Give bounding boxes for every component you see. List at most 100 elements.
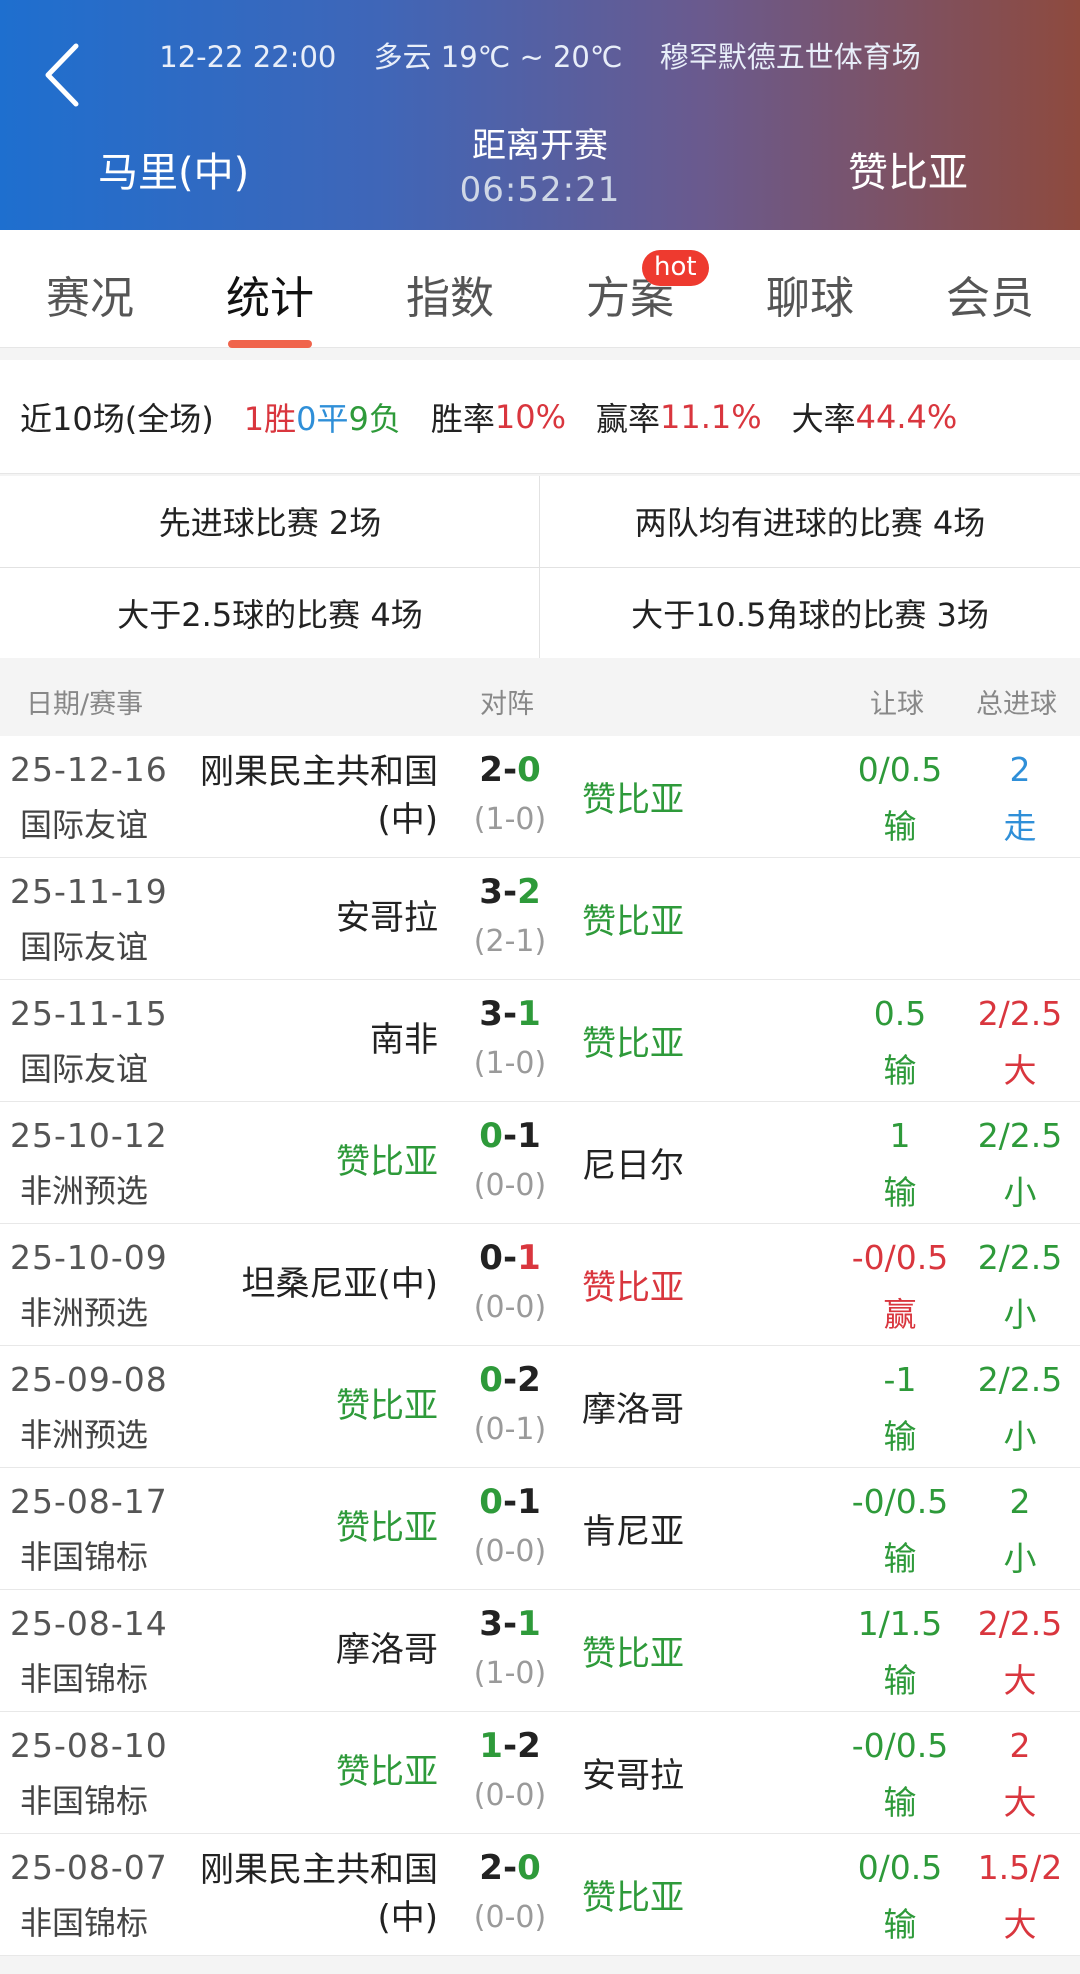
handicap-line: 1 [889,1116,911,1155]
total-goals-result: 走 [1003,807,1037,846]
handicap-line: 0/0.5 [857,1848,943,1887]
match-header: 12-22 22:00 多云 19℃ ~ 20℃ 穆罕默德五世体育场 马里(中)… [0,0,1080,230]
full-time-score: 1-2 [460,1726,560,1766]
home-team: 刚果民主共和国 (中) [168,748,438,844]
table-row[interactable]: 25-08-14 非国锦标 摩洛哥 3-1 (1-0) 赞比亚 1/1.5 输 2/2.5 大 [0,1590,1080,1712]
full-time-score: 3-1 [460,1604,560,1644]
home-score: 3 [479,994,503,1034]
away-team-name[interactable]: 赞比亚 [848,140,968,198]
table-row[interactable]: 25-08-17 非国锦标 赞比亚 0-1 (0-0) 肯尼亚 -0/0.5 输 2 小 [0,1468,1080,1590]
handicap-result: 输 [883,1539,917,1578]
table-row[interactable]: 25-08-07 非国锦标 刚果民主共和国 (中) 2-0 (0-0) 赞比亚 0/0.5 输 1… [0,1834,1080,1956]
stat-over-2-5: 大于2.5球的比赛 4场 [117,596,423,634]
full-time-score: 0-2 [460,1360,560,1400]
away-team: 尼日尔 [582,1146,684,1186]
handicap-result: 赢 [883,1295,917,1334]
full-time-score: 0-1 [460,1238,560,1278]
half-time-score: (1-0) [473,1656,547,1691]
away-score: 1 [517,1116,541,1156]
home-team: 赞比亚 [336,1386,438,1426]
table-row[interactable]: 25-08-10 非国锦标 赞比亚 1-2 (0-0) 安哥拉 -0/0.5 输 2 大 [0,1712,1080,1834]
tab-chat[interactable]: 聊球 [740,262,880,326]
total-goals-line: 2/2.5 [977,1238,1063,1277]
full-time-score: 3-2 [460,872,560,912]
home-score: 2 [479,1848,503,1888]
table-row[interactable]: 25-12-16 国际友谊 刚果民主共和国 (中) 2-0 (1-0) 赞比亚 0/0.5 输 2… [0,736,1080,858]
away-score: 1 [517,1238,541,1278]
away-team: 摩洛哥 [582,1390,684,1430]
summary-losses: 9负 [348,399,401,438]
full-time-score: 2-0 [460,750,560,790]
summary-wins: 1胜 [243,399,297,438]
half-time-score: (0-0) [473,1534,547,1569]
away-score: 1 [517,994,541,1034]
full-time-score: 2-0 [460,1848,560,1888]
tab-member[interactable]: 会员 [920,262,1060,326]
handicap-result: 输 [883,807,917,846]
home-team: 刚果民主共和国 (中) [168,1846,438,1942]
match-date: 25-10-09 [10,1238,168,1277]
match-datetime: 12-22 22:00 [159,40,337,74]
table-row[interactable]: 25-11-15 国际友谊 南非 3-1 (1-0) 赞比亚 0.5 输 2/2.5 大 [0,980,1080,1102]
total-goals-line: 2/2.5 [977,1604,1063,1643]
total-goals-line: 2 [1009,750,1031,789]
table-header: 日期/赛事 对阵 让球 总进球 [0,660,1080,736]
match-date: 25-08-14 [10,1604,168,1643]
home-score: 0 [479,1482,503,1522]
tab-stats[interactable]: 统计 [200,262,340,326]
away-score: 2 [517,1360,541,1400]
half-time-score: (0-0) [473,1290,547,1325]
recent-form-summary: 近10场(全场) 1胜 0平 9负 胜率 10% 赢率 11.1% 大率 44.… [0,360,1080,474]
total-goals-line: 2 [1009,1726,1031,1765]
score-separator: - [502,1726,518,1766]
away-team: 赞比亚 [582,1634,684,1674]
stat-over-10-5-corners: 大于10.5角球的比赛 3场 [631,596,989,634]
stat-grid: 先进球比赛 2场 两队均有进球的比赛 4场 大于2.5球的比赛 4场 大于10.… [0,476,1080,658]
away-team: 安哥拉 [582,1756,684,1796]
score-separator: - [502,994,518,1034]
score-separator: - [502,1848,518,1888]
league-name: 国际友谊 [20,1050,149,1088]
league-name: 非国锦标 [20,1660,149,1698]
summary-label: 近10场(全场) [20,399,214,438]
full-time-score: 3-1 [460,994,560,1034]
score-separator: - [502,1604,518,1644]
table-row[interactable]: 25-10-12 非洲预选 赞比亚 0-1 (0-0) 尼日尔 1 输 2/2.5 小 [0,1102,1080,1224]
league-name: 国际友谊 [20,928,149,966]
home-team: 赞比亚 [336,1752,438,1792]
table-row[interactable]: 25-09-08 非洲预选 赞比亚 0-2 (0-1) 摩洛哥 -1 输 2/2.5 小 [0,1346,1080,1468]
total-goals-result: 大 [1003,1905,1037,1944]
away-team: 肯尼亚 [582,1512,684,1552]
match-date: 25-08-17 [10,1482,168,1521]
total-goals-line: 2/2.5 [977,1360,1063,1399]
total-goals-line: 2/2.5 [977,994,1063,1033]
league-name: 非洲预选 [20,1294,149,1332]
table-row[interactable]: 25-11-19 国际友谊 安哥拉 3-2 (2-1) 赞比亚 [0,858,1080,980]
hot-badge: hot [642,250,709,286]
match-meta: 12-22 22:00 多云 19℃ ~ 20℃ 穆罕默德五世体育场 [0,34,1080,76]
score-separator: - [502,1116,518,1156]
handicap-line: 0.5 [873,994,927,1033]
tab-live[interactable]: 赛况 [20,262,160,326]
league-name: 非国锦标 [20,1538,149,1576]
away-score: 1 [517,1604,541,1644]
handicap-line: 1/1.5 [857,1604,943,1643]
score-separator: - [502,750,518,790]
home-team: 赞比亚 [336,1508,438,1548]
score-separator: - [502,872,518,912]
away-team: 赞比亚 [582,1024,684,1064]
tab-odds[interactable]: 指数 [380,262,520,326]
match-venue: 穆罕默德五世体育场 [659,40,921,74]
away-score: 2 [517,872,541,912]
home-team-line: 刚果民主共和国 [200,752,438,792]
total-goals-result: 小 [1003,1295,1037,1334]
away-team: 赞比亚 [582,1268,684,1308]
table-row[interactable]: 25-10-09 非洲预选 坦桑尼亚(中) 0-1 (0-0) 赞比亚 -0/0.5 赢 2/2… [0,1224,1080,1346]
score-separator: - [502,1238,518,1278]
home-score: 0 [479,1116,503,1156]
total-goals-line: 1.5/2 [977,1848,1063,1887]
over-rate-value: 44.4% [855,397,958,436]
match-date: 25-08-07 [10,1848,168,1887]
home-team-line: (中) [377,800,438,840]
away-score: 2 [517,1726,541,1766]
